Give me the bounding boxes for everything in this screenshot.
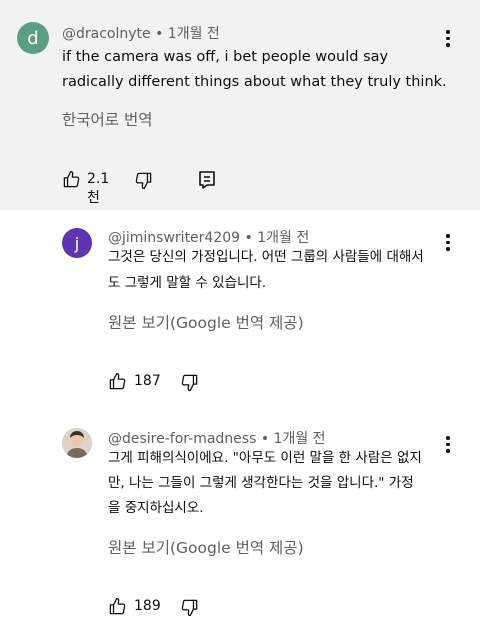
comment-author-line[interactable]: @dracolnyte • 1개월 전 [62, 23, 220, 43]
thumbs-down-icon[interactable] [180, 373, 199, 392]
thumbs-up-icon [62, 170, 81, 189]
translate-link[interactable]: 한국어로 번역 [62, 108, 153, 130]
like-count: 2.1천 [87, 171, 110, 206]
reply-icon[interactable] [198, 170, 216, 190]
thumbs-up-icon [108, 372, 127, 391]
avatar[interactable]: d [17, 22, 49, 54]
like-button[interactable]: 189 [108, 597, 164, 617]
thumbs-down-icon[interactable] [134, 171, 153, 190]
comment-author-line[interactable]: @desire-for-madness • 1개월 전 [108, 428, 326, 448]
translate-link[interactable]: 원본 보기(Google 번역 제공) [108, 536, 304, 558]
avatar[interactable] [62, 428, 92, 458]
comment-text: if the camera was off, i bet people woul… [62, 49, 447, 90]
thumbs-up-icon [108, 597, 127, 616]
comment-text: 그것은 당신의 가정입니다. 어떤 그룹의 사람들에 대해서 도 그렇게 말할 … [108, 249, 424, 291]
like-button[interactable]: 2.1천 [62, 170, 122, 206]
translate-link[interactable]: 원본 보기(Google 번역 제공) [108, 311, 304, 333]
comment-text: 그게 피해의식이에요. "아무도 이런 말을 한 사람은 없지 만, 나는 그들… [108, 450, 422, 516]
comment-author-line[interactable]: @jiminswriter4209 • 1개월 전 [108, 227, 309, 247]
like-count: 187 [134, 373, 161, 389]
like-count: 189 [134, 598, 161, 614]
thumbs-down-icon[interactable] [180, 598, 199, 617]
like-button[interactable]: 187 [108, 372, 164, 392]
avatar[interactable]: j [62, 228, 92, 258]
profile-photo-icon [62, 428, 92, 458]
